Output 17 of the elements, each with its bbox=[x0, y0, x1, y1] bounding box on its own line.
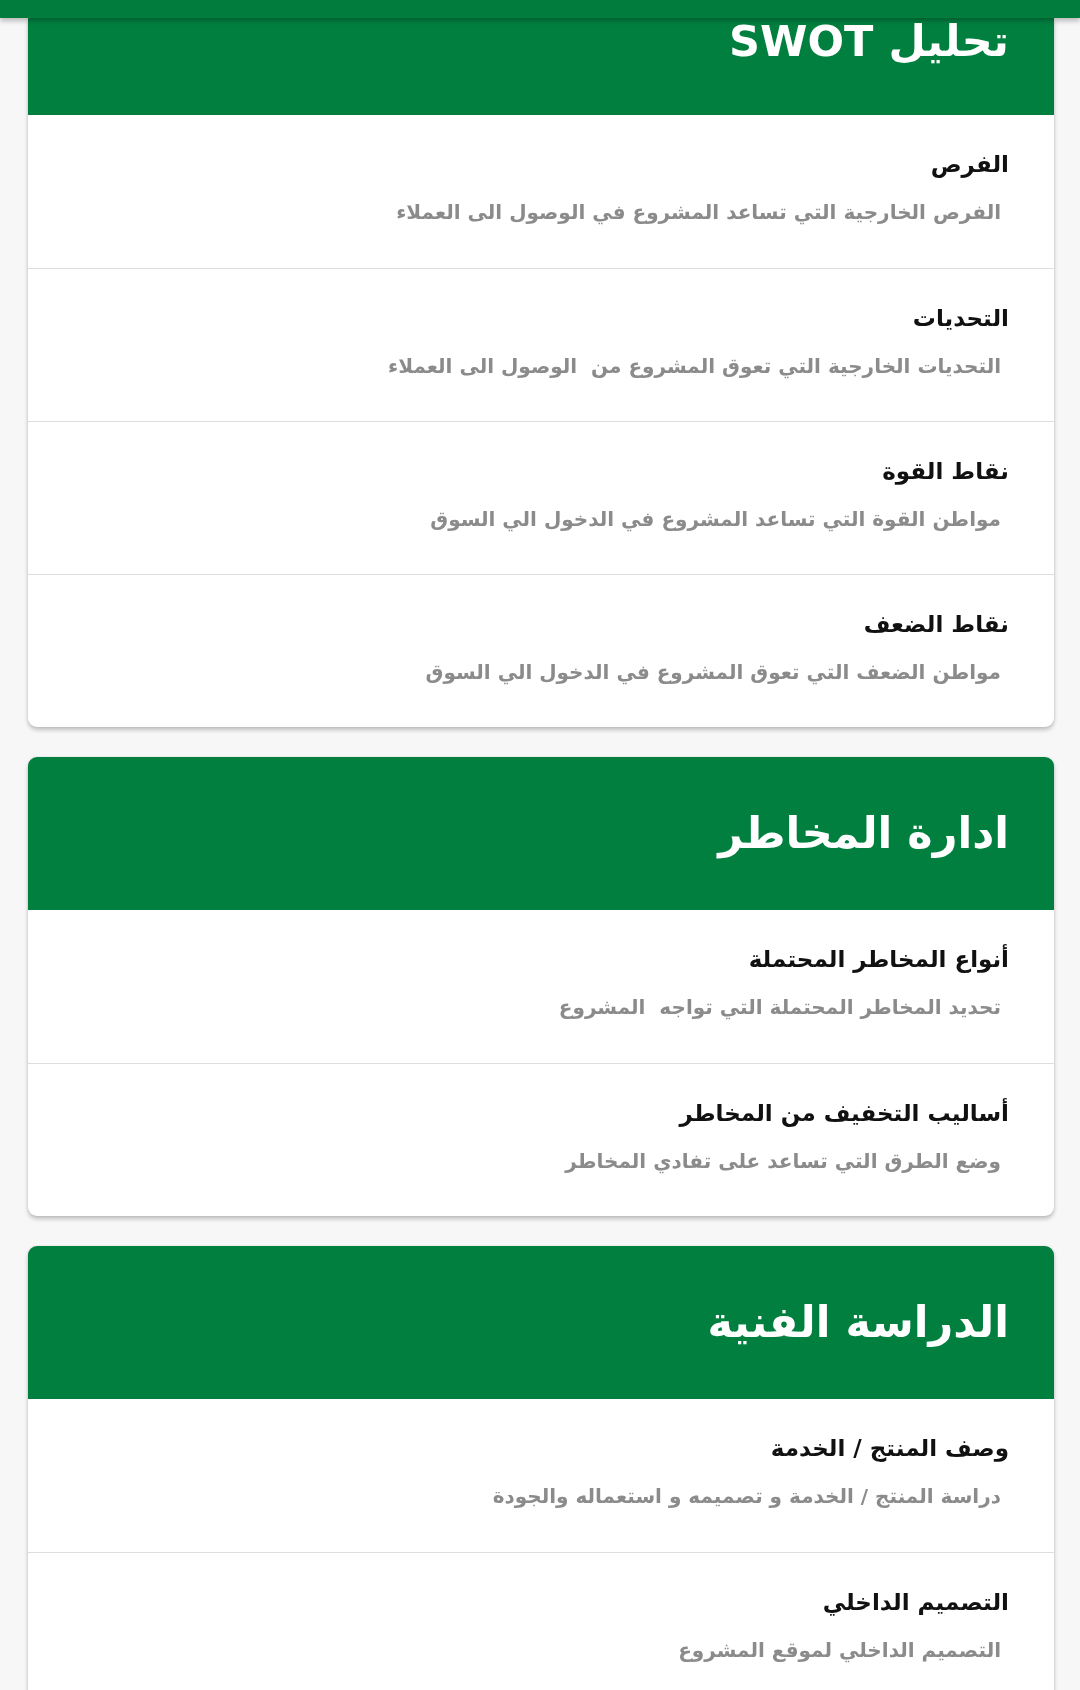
item-title: أنواع المخاطر المحتملة bbox=[748, 943, 1009, 975]
item-description: التصميم الداخلي لموقع المشروع bbox=[678, 1637, 1001, 1665]
item-title: الفرص bbox=[930, 150, 1009, 180]
item-title: أساليب التخفيف من المخاطر bbox=[679, 1097, 1009, 1129]
item-description: مواطن الضعف التي تعوق المشروع في الدخول الي السوق bbox=[425, 659, 1001, 687]
item-title: نقاط القوة bbox=[882, 457, 1009, 487]
item-title: وصف المنتج / الخدمة bbox=[770, 1434, 1009, 1464]
section-title: تحليل SWOT bbox=[729, 20, 1009, 63]
item-description: الفرص الخارجية التي تساعد المشروع في الوصول الى العملاء bbox=[396, 199, 1001, 227]
item-description: وضع الطرق التي تساعد على تفادي المخاطر bbox=[565, 1148, 1001, 1176]
item-title: التحديات bbox=[912, 304, 1009, 333]
item-title: التصميم الداخلي bbox=[822, 1588, 1009, 1618]
item-description: مواطن القوة التي تساعد المشروع في الدخول الي السوق bbox=[430, 506, 1001, 534]
item-description: دراسة المنتج / الخدمة و تصميمه و استعماله والجودة bbox=[492, 1483, 1001, 1510]
item-description: تحديد المخاطر المحتملة التي تواجه المشروع bbox=[558, 994, 1001, 1022]
item-description: التحديات الخارجية التي تعوق المشروع من الوصول الى العملاء bbox=[388, 353, 1001, 381]
item-title: نقاط الضعف bbox=[863, 610, 1009, 639]
